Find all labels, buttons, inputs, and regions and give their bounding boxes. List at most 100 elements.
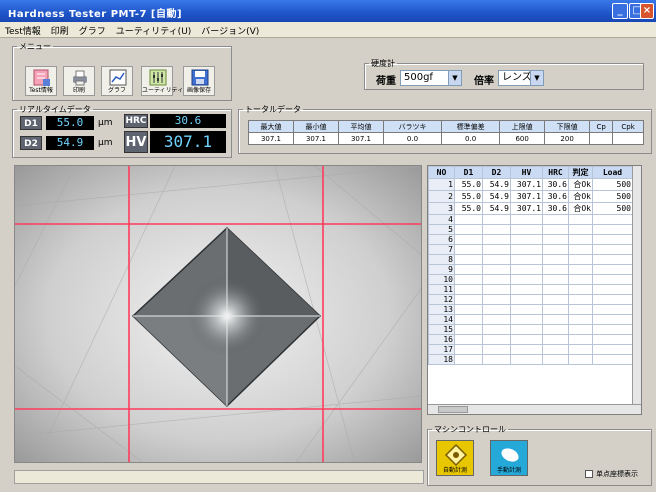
row-number[interactable]: 3 <box>428 202 455 215</box>
table-row[interactable]: 11 <box>428 284 633 295</box>
row-number[interactable]: 12 <box>428 294 455 305</box>
grid-cell[interactable] <box>482 294 511 305</box>
table-row[interactable]: 6 <box>428 234 633 245</box>
grid-cell[interactable] <box>542 344 569 355</box>
grid-cell[interactable] <box>454 344 483 355</box>
coord-display-checkbox[interactable] <box>585 470 593 478</box>
grid-cell[interactable]: 54.9 <box>482 202 511 215</box>
grid-cell[interactable] <box>568 264 593 275</box>
grid-cell[interactable] <box>454 264 483 275</box>
grid-cell[interactable] <box>510 324 543 335</box>
grid-cell[interactable] <box>454 284 483 295</box>
grid-cell[interactable] <box>592 324 633 335</box>
grid-cell[interactable] <box>510 274 543 285</box>
table-row[interactable]: 10 <box>428 274 633 285</box>
menu-version[interactable]: バージョン(V) <box>196 22 264 39</box>
grid-cell[interactable]: 55.0 <box>454 190 483 203</box>
grid-cell[interactable] <box>568 224 593 235</box>
grid-cell[interactable]: 307.1 <box>510 202 543 215</box>
menu-print[interactable]: 印刷 <box>46 22 74 39</box>
table-row[interactable]: 2 55.0 54.9 307.1 30.6 合Ok 500 <box>428 190 633 203</box>
row-number[interactable]: 2 <box>428 190 455 203</box>
grid-cell[interactable] <box>542 354 569 365</box>
grid-cell[interactable] <box>568 214 593 225</box>
grid-cell[interactable] <box>510 264 543 275</box>
table-row[interactable]: 12 <box>428 294 633 305</box>
grid-cell[interactable] <box>542 214 569 225</box>
grid-cell[interactable]: 500 <box>592 178 633 191</box>
grid-horizontal-scrollbar[interactable] <box>428 404 641 414</box>
row-number[interactable]: 11 <box>428 284 455 295</box>
row-number[interactable]: 15 <box>428 324 455 335</box>
menu-test-info[interactable]: Test情報 <box>0 22 46 39</box>
grid-cell[interactable] <box>568 294 593 305</box>
table-row[interactable]: 16 <box>428 334 633 345</box>
table-row[interactable]: 14 <box>428 314 633 325</box>
table-row[interactable]: 8 <box>428 254 633 265</box>
grid-cell[interactable] <box>592 274 633 285</box>
grid-cell[interactable]: 307.1 <box>510 190 543 203</box>
close-button[interactable]: × <box>640 3 654 19</box>
grid-cell[interactable] <box>542 324 569 335</box>
grid-cell[interactable] <box>510 314 543 325</box>
grid-cell[interactable] <box>510 234 543 245</box>
grid-vertical-scrollbar[interactable] <box>632 166 641 406</box>
grid-cell[interactable] <box>542 304 569 315</box>
graph-button[interactable]: グラフ <box>101 66 133 96</box>
row-number[interactable]: 18 <box>428 354 455 365</box>
grid-header-d1[interactable]: D1 <box>454 166 483 179</box>
row-number[interactable]: 5 <box>428 224 455 235</box>
grid-cell[interactable] <box>592 234 633 245</box>
image-save-button[interactable]: 画像保存 <box>183 66 215 96</box>
grid-cell[interactable] <box>482 304 511 315</box>
grid-cell[interactable] <box>542 234 569 245</box>
row-number[interactable]: 1 <box>428 178 455 191</box>
grid-cell[interactable] <box>482 274 511 285</box>
row-number[interactable]: 10 <box>428 274 455 285</box>
grid-cell[interactable] <box>592 214 633 225</box>
table-row[interactable]: 15 <box>428 324 633 335</box>
row-number[interactable]: 9 <box>428 264 455 275</box>
grid-cell[interactable] <box>568 334 593 345</box>
grid-cell[interactable] <box>542 294 569 305</box>
grid-cell[interactable] <box>482 254 511 265</box>
grid-cell[interactable] <box>510 284 543 295</box>
table-row[interactable]: 5 <box>428 224 633 235</box>
grid-cell[interactable] <box>482 264 511 275</box>
table-row[interactable]: 18 <box>428 354 633 365</box>
grid-cell[interactable] <box>592 344 633 355</box>
grid-header-judge[interactable]: 判定 <box>568 166 593 179</box>
row-number[interactable]: 8 <box>428 254 455 265</box>
grid-cell[interactable] <box>482 214 511 225</box>
grid-cell[interactable] <box>482 334 511 345</box>
grid-cell[interactable] <box>454 324 483 335</box>
grid-cell[interactable] <box>592 244 633 255</box>
grid-cell[interactable] <box>542 244 569 255</box>
row-number[interactable]: 16 <box>428 334 455 345</box>
grid-cell[interactable] <box>482 354 511 365</box>
grid-cell[interactable] <box>510 354 543 365</box>
grid-cell[interactable] <box>542 264 569 275</box>
grid-cell[interactable]: 55.0 <box>454 202 483 215</box>
grid-cell[interactable] <box>510 344 543 355</box>
indentation-image-panel[interactable] <box>14 165 422 463</box>
grid-cell[interactable]: 30.6 <box>542 178 569 191</box>
grid-cell[interactable] <box>568 284 593 295</box>
grid-cell[interactable] <box>454 314 483 325</box>
grid-cell[interactable] <box>510 214 543 225</box>
row-number[interactable]: 4 <box>428 214 455 225</box>
grid-cell[interactable] <box>568 354 593 365</box>
table-row[interactable]: 3 55.0 54.9 307.1 30.6 合Ok 500 <box>428 202 633 215</box>
chevron-down-icon[interactable]: ▼ <box>530 71 543 85</box>
grid-cell[interactable] <box>542 254 569 265</box>
manual-measure-button[interactable]: 手動計測 <box>490 440 528 476</box>
load-select[interactable]: 500gf ▼ <box>400 70 462 86</box>
menu-graph[interactable]: グラフ <box>74 22 111 39</box>
grid-cell[interactable] <box>510 224 543 235</box>
grid-cell[interactable] <box>542 334 569 345</box>
grid-cell[interactable] <box>568 274 593 285</box>
grid-cell[interactable]: 54.9 <box>482 190 511 203</box>
grid-cell[interactable] <box>510 304 543 315</box>
grid-header-d2[interactable]: D2 <box>482 166 511 179</box>
row-number[interactable]: 6 <box>428 234 455 245</box>
